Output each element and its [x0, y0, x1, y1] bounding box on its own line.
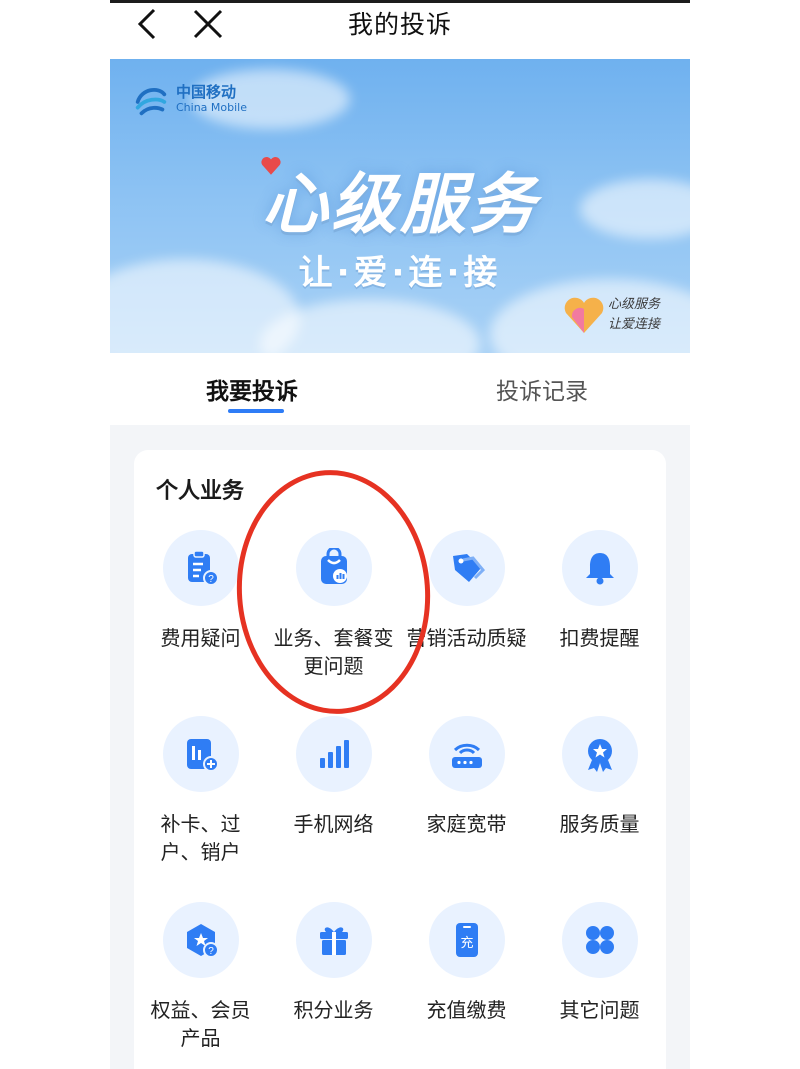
promo-banner[interactable]: 中国移动 China Mobile 心级服务 让·爱·连·接 心级服务 让爱连接 — [110, 59, 690, 353]
heart-logo-icon — [564, 297, 604, 333]
item-label: 其它问题 — [559, 998, 640, 1022]
item-other-issues[interactable]: 其它问题 — [533, 902, 666, 1062]
gift-icon — [320, 927, 348, 955]
tab-file-complaint[interactable]: 我要投诉 — [206, 372, 298, 406]
china-mobile-logo-icon — [135, 87, 167, 116]
grid-icon — [586, 926, 614, 954]
tab-complaint-history[interactable]: 投诉记录 — [496, 372, 588, 406]
top-navigation-bar: 我的投诉 — [110, 0, 690, 50]
mini-slogan-line-1: 心级服务 — [608, 297, 661, 312]
item-label: 家庭宽带 — [426, 812, 507, 836]
mini-slogan-line-2: 让爱连接 — [608, 317, 661, 332]
page-title: 我的投诉 — [347, 10, 452, 39]
router-icon — [452, 743, 482, 768]
tag-icon — [453, 554, 486, 582]
right-margin — [690, 0, 800, 1069]
banner-subtitle: 让·爱·连·接 — [298, 253, 502, 293]
section-title: 个人业务 — [156, 479, 245, 504]
svg-text:充: 充 — [460, 935, 473, 951]
item-label: 扣费提醒 — [559, 626, 640, 650]
item-sim-transfer-cancel[interactable]: 补卡、过户、销户 — [134, 716, 267, 876]
item-mobile-network[interactable]: 手机网络 — [267, 716, 400, 876]
item-membership-benefits[interactable]: ? 权益、会员产品 — [134, 902, 267, 1062]
recharge-icon: 充 — [456, 923, 478, 957]
item-service-quality[interactable]: 服务质量 — [533, 716, 666, 876]
medal-icon — [588, 739, 612, 772]
brand-name-en: China Mobile — [176, 101, 248, 114]
active-tab-indicator — [228, 409, 284, 413]
item-home-broadband[interactable]: 家庭宽带 — [400, 716, 533, 876]
item-label: 充值缴费 — [426, 998, 507, 1022]
item-points[interactable]: 积分业务 — [267, 902, 400, 1062]
item-deduction-alert[interactable]: 扣费提醒 — [533, 530, 666, 690]
item-label: 补卡、过户、销户 — [160, 812, 241, 864]
item-label: 服务质量 — [559, 812, 640, 836]
item-label: 积分业务 — [293, 998, 374, 1022]
item-label: 手机网络 — [293, 812, 374, 836]
svg-text:?: ? — [208, 574, 214, 585]
sim-card-icon — [187, 739, 219, 772]
signal-icon — [320, 740, 349, 768]
item-label: 权益、会员产品 — [150, 998, 251, 1050]
bell-icon — [586, 553, 614, 585]
membership-icon: ? — [187, 924, 219, 958]
item-recharge-payment[interactable]: 充 充值缴费 — [400, 902, 533, 1062]
brand-name-cn: 中国移动 — [176, 83, 237, 101]
banner-title: 心级服务 — [262, 166, 538, 243]
svg-text:?: ? — [208, 946, 214, 957]
left-margin — [0, 0, 110, 1069]
mini-slogan: 心级服务 让爱连接 — [608, 295, 660, 335]
brand-logo: 中国移动 China Mobile — [132, 79, 252, 123]
billing-icon: ? — [188, 550, 219, 586]
